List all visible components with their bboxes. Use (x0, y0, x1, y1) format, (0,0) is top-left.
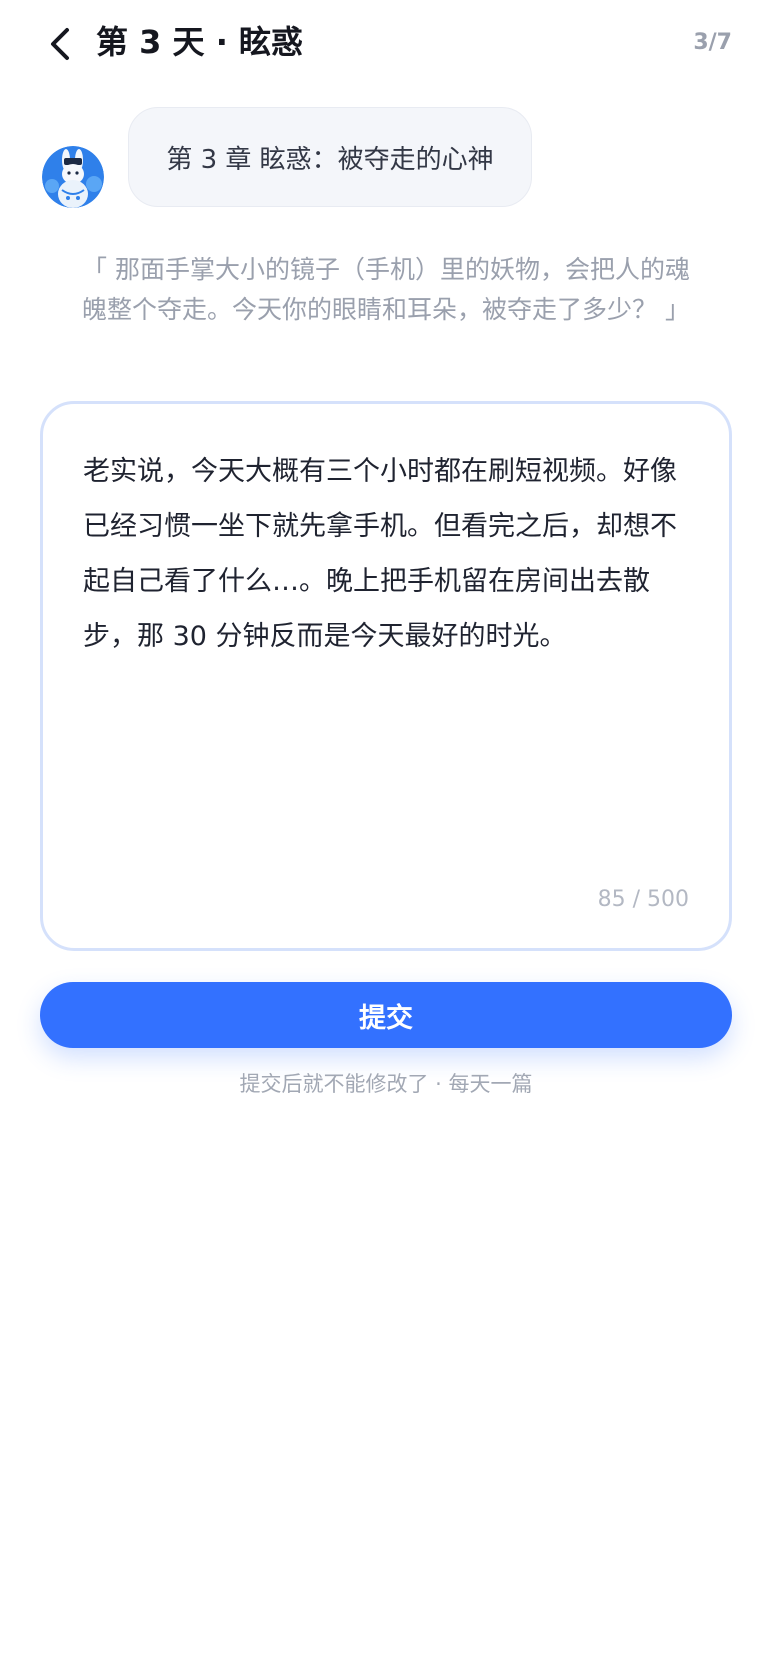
character-counter: 85 / 500 (597, 887, 689, 912)
top-bar: 第 3 天 · 眩惑 3/7 (0, 0, 772, 88)
prompt-quote: 「 那面手掌大小的镜子（手机）里的妖物，会把人的魂魄整个夺走。今天你的眼睛和耳朵… (82, 255, 690, 324)
page-title: 第 3 天 · 眩惑 (96, 23, 303, 61)
back-button[interactable] (38, 22, 82, 66)
submit-button[interactable]: 提交 (40, 982, 732, 1048)
journal-textarea[interactable]: 老实说，今天大概有三个小时都在刷短视频。好像已经习惯一坐下就先拿手机。但看完之后… (40, 401, 732, 951)
progress-indicator: 3/7 (693, 30, 732, 55)
rabbit-avatar (42, 146, 104, 208)
chevron-left-icon (51, 28, 69, 60)
chapter-bubble: 第 3 章 眩惑：被夺走的心神 (128, 107, 532, 207)
journal-text[interactable]: 老实说，今天大概有三个小时都在刷短视频。好像已经习惯一坐下就先拿手机。但看完之后… (83, 444, 693, 664)
submit-hint: 提交后就不能修改了 · 每天一篇 (239, 1072, 533, 1096)
